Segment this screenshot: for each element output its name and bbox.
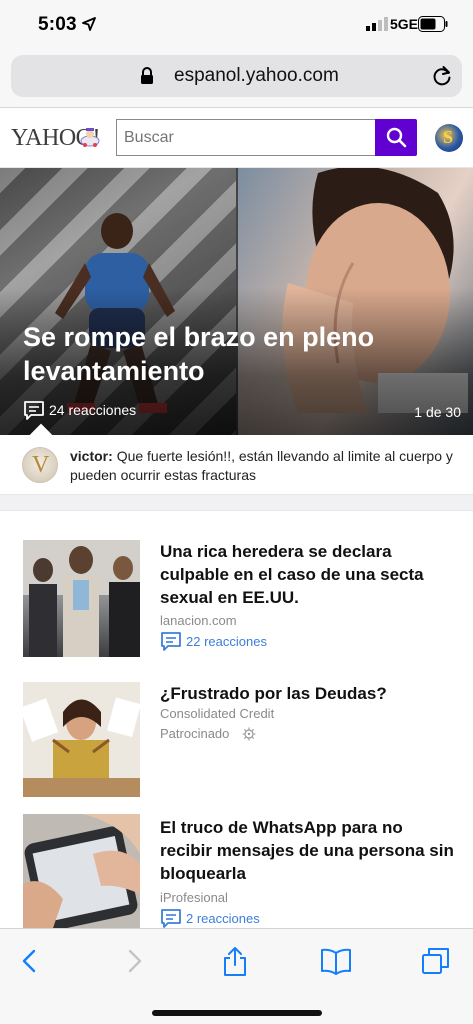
hero-reactions[interactable]: 24 reacciones bbox=[49, 402, 136, 418]
avatar-letter: S bbox=[443, 127, 454, 147]
forward-icon[interactable] bbox=[118, 945, 150, 977]
comment-icon bbox=[161, 909, 181, 928]
reload-icon[interactable] bbox=[431, 65, 453, 87]
news-title[interactable]: Una rica heredera se declara culpable en… bbox=[160, 540, 455, 609]
location-arrow-icon bbox=[82, 17, 96, 31]
search-icon bbox=[386, 127, 407, 148]
search-input[interactable] bbox=[116, 119, 376, 156]
hero-story[interactable]: Se rompe el brazo en pleno levantamiento… bbox=[0, 168, 473, 435]
list-item[interactable]: El truco de WhatsApp para no recibir men… bbox=[0, 814, 473, 928]
news-reactions-label: 22 reacciones bbox=[186, 634, 267, 649]
commenter-avatar-letter: V bbox=[32, 452, 50, 478]
user-avatar[interactable]: S bbox=[435, 124, 463, 152]
featured-comment[interactable]: V victor: Que fuerte lesión!!, están lle… bbox=[0, 423, 473, 495]
address-bar[interactable]: espanol.yahoo.com bbox=[11, 55, 462, 97]
search-button[interactable] bbox=[375, 119, 417, 156]
hero-title[interactable]: Se rompe el brazo en pleno levantamiento bbox=[23, 320, 443, 388]
bookmarks-icon[interactable] bbox=[320, 945, 352, 977]
status-bar: 5:03 5GE bbox=[0, 0, 473, 48]
commenter-avatar: V bbox=[22, 447, 58, 483]
section-divider bbox=[0, 495, 473, 511]
hero-pager: 1 de 30 bbox=[414, 404, 461, 420]
news-feed: Una rica heredera se declara culpable en… bbox=[0, 512, 473, 928]
list-item-sponsored[interactable]: ¿Frustrado por las Deudas? Consolidated … bbox=[0, 682, 473, 822]
news-reactions[interactable]: 2 reacciones bbox=[160, 908, 360, 928]
comment-author: victor: bbox=[70, 448, 113, 464]
share-icon[interactable] bbox=[219, 945, 251, 977]
comment-icon bbox=[161, 632, 181, 651]
news-thumbnail bbox=[23, 814, 140, 928]
battery-icon bbox=[418, 16, 448, 32]
ad-choices-icon[interactable] bbox=[242, 727, 256, 741]
sponsored-text: Patrocinado bbox=[160, 726, 230, 741]
lock-icon bbox=[141, 67, 153, 84]
ad-thumbnail bbox=[23, 682, 140, 797]
comment-text: Que fuerte lesión!!, están llevando al l… bbox=[70, 448, 453, 483]
network-type: 5GE bbox=[390, 16, 419, 32]
news-reactions-label: 2 reacciones bbox=[186, 911, 260, 926]
tabs-icon[interactable] bbox=[420, 945, 452, 977]
ad-advertiser: Consolidated Credit bbox=[160, 706, 275, 721]
sponsored-label: Patrocinado bbox=[160, 726, 280, 741]
home-indicator[interactable] bbox=[152, 1010, 322, 1016]
news-reactions[interactable]: 22 reacciones bbox=[160, 631, 360, 653]
list-item[interactable]: Una rica heredera se declara culpable en… bbox=[0, 512, 473, 682]
ad-title[interactable]: ¿Frustrado por las Deudas? bbox=[160, 682, 455, 705]
cellular-signal-icon bbox=[366, 17, 388, 31]
browser-address-area: espanol.yahoo.com bbox=[0, 48, 473, 108]
url-text: espanol.yahoo.com bbox=[174, 65, 339, 86]
news-thumbnail bbox=[23, 540, 140, 657]
comment-body: victor: Que fuerte lesión!!, están lleva… bbox=[70, 447, 455, 485]
yahoo-mascot-icon bbox=[80, 128, 100, 147]
news-title[interactable]: El truco de WhatsApp para no recibir men… bbox=[160, 816, 455, 885]
status-time: 5:03 bbox=[38, 14, 77, 35]
news-source: iProfesional bbox=[160, 890, 228, 905]
news-source: lanacion.com bbox=[160, 613, 237, 628]
site-header: YAHOO! S bbox=[0, 108, 473, 168]
comment-icon bbox=[24, 401, 44, 420]
browser-toolbar bbox=[0, 928, 473, 1024]
back-icon[interactable] bbox=[14, 945, 46, 977]
